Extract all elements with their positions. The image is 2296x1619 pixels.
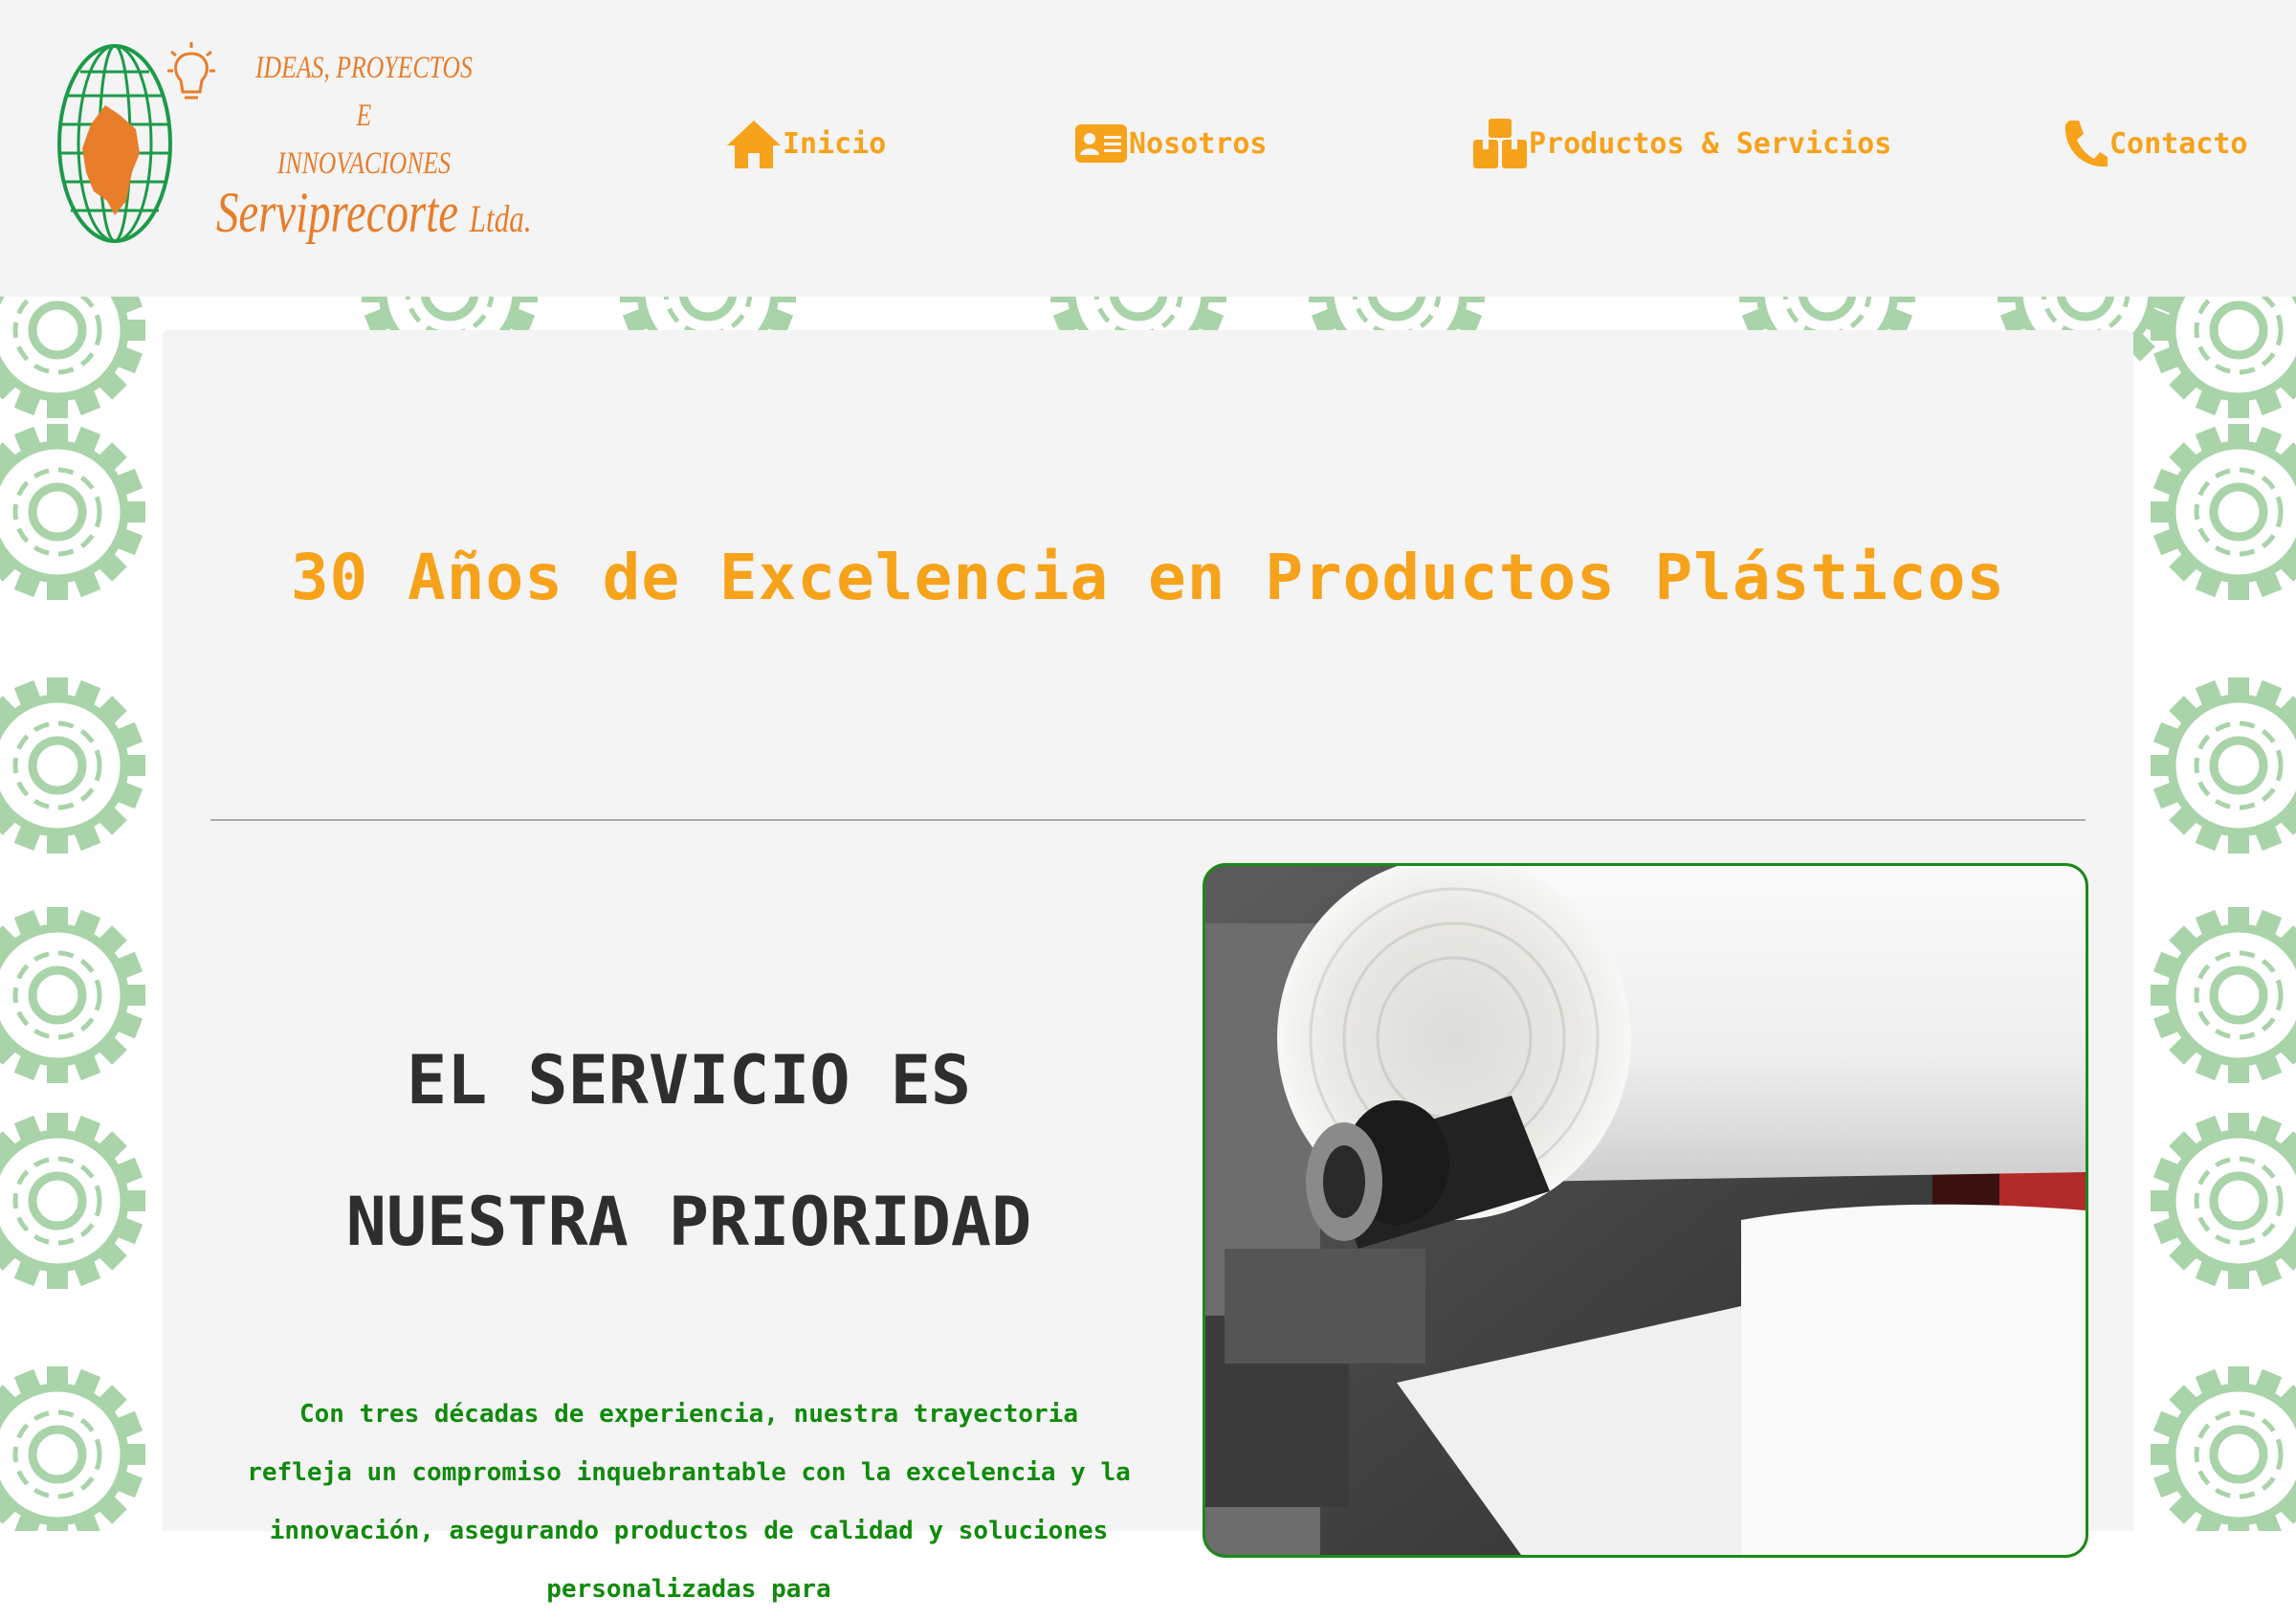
lightbulb-icon [167, 42, 215, 100]
nav-item-inicio[interactable]: Inicio [725, 110, 886, 177]
phone-icon [2064, 121, 2108, 167]
nav-item-nosotros[interactable]: Nosotros [1073, 110, 1268, 177]
plastic-film-roll-photo [1203, 863, 2088, 1558]
nav-item-contacto[interactable]: Contacto [2062, 110, 2248, 177]
main-nav: Inicio Nosotros Productos & Servicios Co… [0, 110, 2296, 177]
boxes-icon [1473, 119, 1527, 168]
nav-item-productos[interactable]: Productos & Servicios [1471, 110, 1891, 177]
id-card-icon [1075, 124, 1127, 163]
service-description: Con tres décadas de experiencia, nuestra… [247, 1400, 1131, 1604]
home-icon [727, 121, 781, 168]
site-header: IDEAS, PROYECTOS E INNOVACIONES Servipre… [0, 0, 2296, 297]
logo-company-name: Serviprecorte Ltda. [216, 181, 532, 244]
hero-title: 30 Años de Excelencia en Productos Plást… [290, 541, 2006, 614]
service-heading: EL SERVICIO ES NUESTRA PRIORIDAD [345, 1041, 1032, 1261]
section-divider [210, 819, 2086, 821]
